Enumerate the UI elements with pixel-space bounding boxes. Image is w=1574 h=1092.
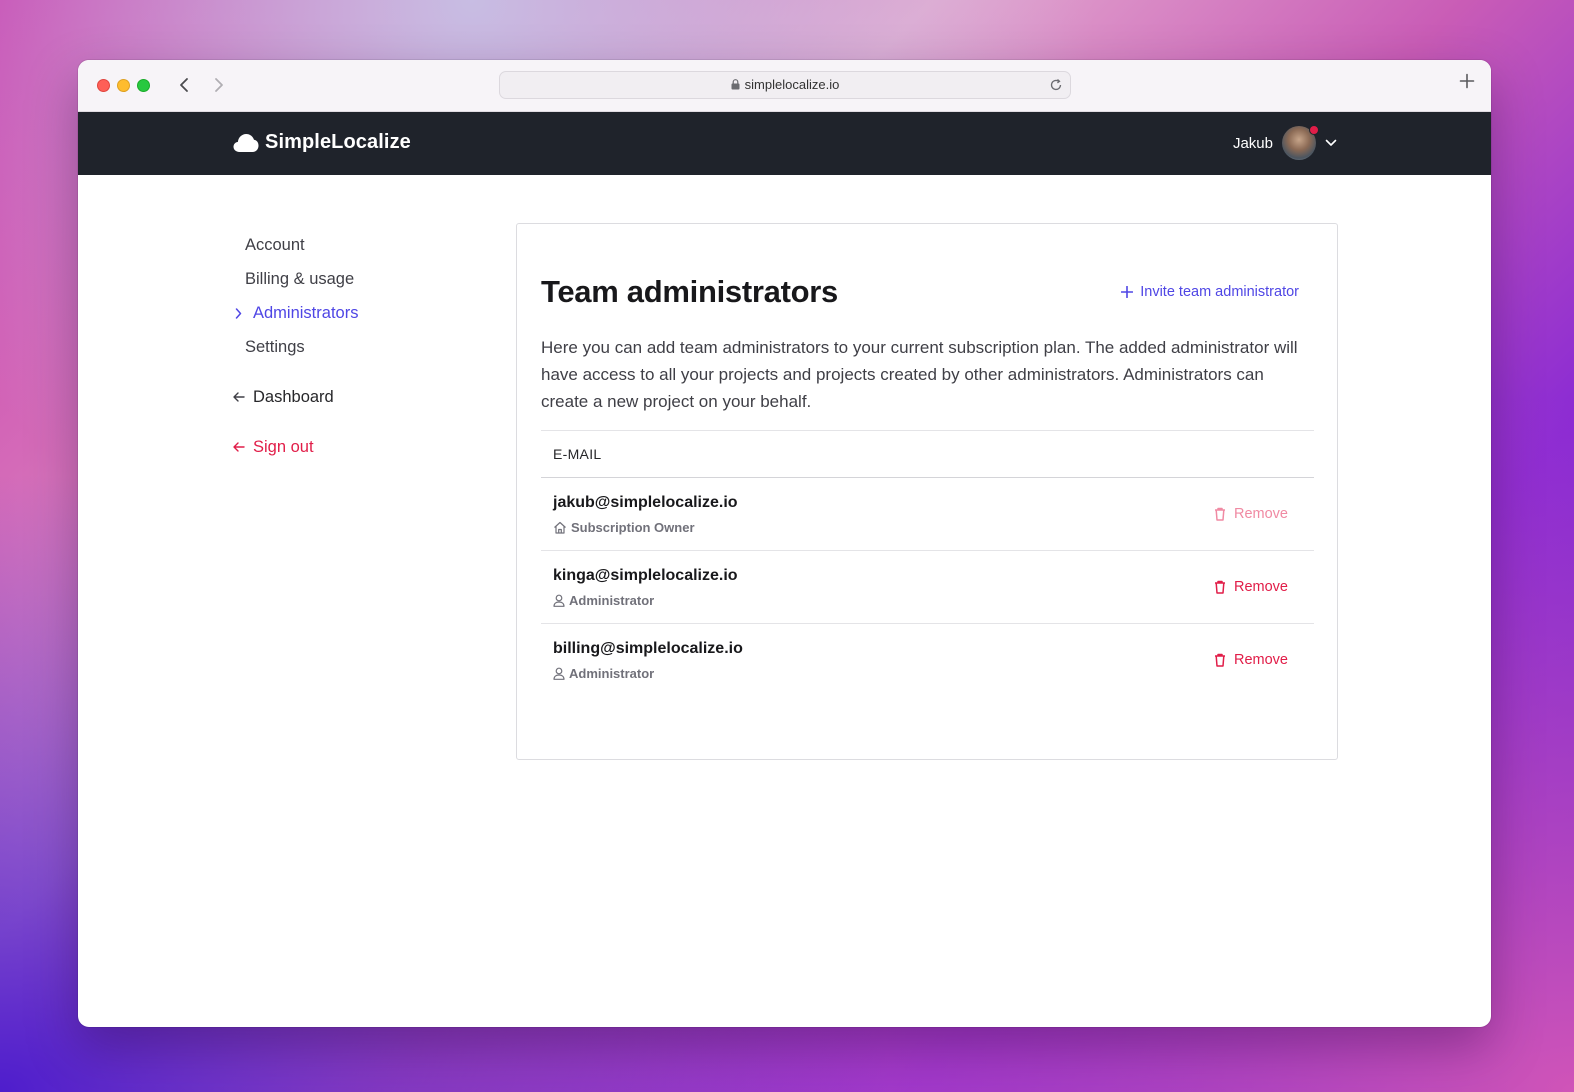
- settings-sidebar: Account Billing & usage Administrators S…: [233, 228, 463, 464]
- browser-toolbar: simplelocalize.io: [78, 60, 1491, 112]
- user-icon: [553, 594, 565, 607]
- reload-icon[interactable]: [1049, 78, 1063, 92]
- dashboard-link[interactable]: Dashboard: [233, 380, 463, 414]
- trash-icon: [1215, 507, 1225, 521]
- user-menu[interactable]: Jakub: [1232, 125, 1337, 160]
- maximize-window-button[interactable]: [137, 79, 150, 92]
- plus-icon: [1121, 286, 1134, 298]
- remove-label: Remove: [1234, 579, 1288, 595]
- table-row: kinga@simplelocalize.io Administrator Re…: [541, 551, 1314, 624]
- arrow-left-icon: [233, 392, 245, 402]
- remove-label: Remove: [1234, 652, 1288, 668]
- browser-window: simplelocalize.io SimpleLocalize Jakub A…: [78, 60, 1491, 1027]
- trash-icon: [1215, 580, 1225, 594]
- page-description: Here you can add team administrators to …: [541, 338, 1298, 411]
- notification-badge: [1309, 125, 1319, 135]
- back-icon[interactable]: [173, 74, 195, 96]
- home-icon: [554, 521, 566, 534]
- cloud-logo-icon: [233, 133, 259, 152]
- sign-out-label: Sign out: [253, 437, 314, 456]
- sidebar-item-label: Settings: [245, 337, 305, 356]
- column-header-email: E-MAIL: [541, 430, 1314, 478]
- user-name: Jakub: [1232, 134, 1273, 152]
- sign-out-link[interactable]: Sign out: [233, 430, 463, 464]
- app-header: SimpleLocalize Jakub: [78, 112, 1491, 175]
- dashboard-label: Dashboard: [253, 387, 334, 406]
- arrow-left-icon: [233, 442, 245, 452]
- close-window-button[interactable]: [97, 79, 110, 92]
- invite-label: Invite team administrator: [1140, 284, 1299, 300]
- sidebar-item-label: Billing & usage: [245, 269, 355, 288]
- forward-icon[interactable]: [208, 74, 230, 96]
- administrators-table: E-MAIL jakub@simplelocalize.io Subscript…: [541, 430, 1314, 697]
- remove-button[interactable]: Remove: [1214, 506, 1288, 522]
- remove-button[interactable]: Remove: [1214, 652, 1288, 668]
- admin-email: jakub@simplelocalize.io: [553, 494, 738, 511]
- administrators-card: Team administrators Invite team administ…: [516, 223, 1338, 760]
- minimize-window-button[interactable]: [117, 79, 130, 92]
- url-text: simplelocalize.io: [744, 77, 840, 92]
- admin-email: billing@simplelocalize.io: [553, 640, 743, 657]
- sidebar-item-account[interactable]: Account: [233, 228, 463, 262]
- table-row: billing@simplelocalize.io Administrator …: [541, 624, 1314, 697]
- admin-role: Administrator: [553, 593, 654, 608]
- avatar[interactable]: [1282, 125, 1319, 160]
- remove-button[interactable]: Remove: [1214, 579, 1288, 595]
- sidebar-item-billing[interactable]: Billing & usage: [233, 262, 463, 296]
- chevron-right-icon: [235, 308, 242, 319]
- admin-role: Subscription Owner: [553, 520, 695, 535]
- brand-logo[interactable]: SimpleLocalize: [233, 131, 411, 154]
- address-bar[interactable]: simplelocalize.io: [499, 71, 1071, 99]
- new-tab-icon[interactable]: [1459, 73, 1475, 89]
- admin-email: kinga@simplelocalize.io: [553, 567, 738, 584]
- admin-role: Administrator: [553, 666, 654, 681]
- sidebar-item-label: Administrators: [253, 303, 359, 322]
- sidebar-item-administrators[interactable]: Administrators: [233, 296, 463, 330]
- trash-icon: [1215, 653, 1225, 667]
- role-label: Administrator: [569, 593, 655, 608]
- table-row: jakub@simplelocalize.io Subscription Own…: [541, 478, 1314, 551]
- remove-label: Remove: [1234, 506, 1288, 522]
- chevron-down-icon[interactable]: [1325, 139, 1337, 147]
- user-icon: [553, 667, 565, 680]
- page-title: Team administrators: [541, 274, 838, 309]
- sidebar-item-settings[interactable]: Settings: [233, 330, 463, 364]
- role-label: Administrator: [569, 666, 655, 681]
- invite-administrator-button[interactable]: Invite team administrator: [1121, 284, 1299, 300]
- lock-icon: [731, 79, 740, 90]
- brand-name: SimpleLocalize: [265, 131, 411, 153]
- role-label: Subscription Owner: [571, 520, 695, 535]
- sidebar-item-label: Account: [245, 235, 305, 254]
